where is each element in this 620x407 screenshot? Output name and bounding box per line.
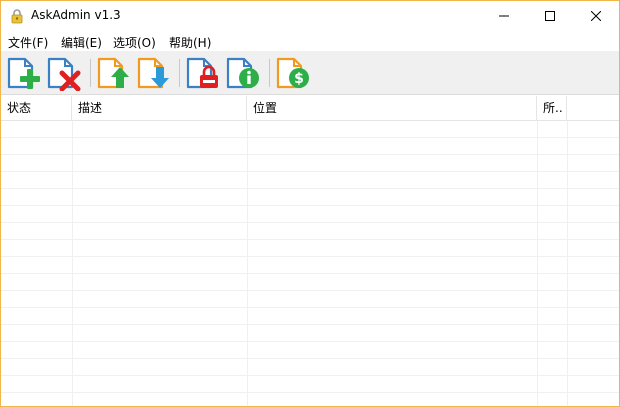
column-header-status[interactable]: 状态 (1, 96, 72, 121)
toolbar-separator (179, 59, 180, 87)
lock-file-icon (186, 57, 218, 89)
donate-file-icon: $ (276, 57, 309, 89)
column-header-owner[interactable]: 所.. (537, 96, 567, 121)
item-list[interactable]: 状态 描述 位置 所.. (1, 96, 619, 406)
table-row (1, 223, 619, 240)
table-row (1, 121, 619, 138)
table-row (1, 325, 619, 342)
close-button[interactable] (573, 1, 619, 31)
table-row (1, 274, 619, 291)
add-button[interactable] (6, 55, 42, 91)
table-row (1, 240, 619, 257)
table-row (1, 308, 619, 325)
table-row (1, 172, 619, 189)
add-file-icon (7, 57, 40, 89)
info-button[interactable] (225, 55, 261, 91)
menu-options[interactable]: 选项(O) (113, 34, 156, 51)
remove-button[interactable] (46, 55, 82, 91)
maximize-button[interactable] (527, 1, 573, 31)
padlock-icon (9, 8, 25, 24)
import-icon (97, 57, 129, 89)
list-rows (1, 121, 619, 406)
toolbar: $ (1, 51, 619, 95)
import-button[interactable] (96, 55, 132, 91)
export-button[interactable] (136, 55, 172, 91)
close-icon (591, 11, 601, 21)
column-header-location[interactable]: 位置 (247, 96, 537, 121)
toolbar-separator (269, 59, 270, 87)
app-window: AskAdmin v1.3 文件(F) 编辑(E) 选项(O) 帮助(H) $ … (0, 0, 620, 407)
table-row (1, 206, 619, 223)
remove-file-icon (47, 57, 81, 91)
menu-bar: 文件(F) 编辑(E) 选项(O) 帮助(H) (1, 31, 619, 51)
table-row (1, 155, 619, 172)
minimize-button[interactable] (481, 1, 527, 31)
maximize-icon (545, 11, 555, 21)
toolbar-separator (90, 59, 91, 87)
menu-edit[interactable]: 编辑(E) (61, 34, 102, 51)
svg-text:$: $ (294, 71, 304, 87)
table-row (1, 138, 619, 155)
table-row (1, 393, 619, 406)
table-row (1, 359, 619, 376)
info-file-icon (226, 57, 259, 89)
menu-file[interactable]: 文件(F) (8, 34, 48, 51)
table-row (1, 189, 619, 206)
table-row (1, 257, 619, 274)
column-header-description[interactable]: 描述 (72, 96, 247, 121)
table-row (1, 342, 619, 359)
table-row (1, 291, 619, 308)
title-bar[interactable]: AskAdmin v1.3 (1, 1, 619, 31)
export-icon (137, 57, 169, 89)
window-title: AskAdmin v1.3 (31, 8, 121, 22)
menu-help[interactable]: 帮助(H) (169, 34, 211, 51)
table-row (1, 376, 619, 393)
minimize-icon (499, 15, 509, 17)
donate-button[interactable]: $ (275, 55, 311, 91)
lock-button[interactable] (185, 55, 221, 91)
list-header: 状态 描述 位置 所.. (1, 96, 619, 121)
